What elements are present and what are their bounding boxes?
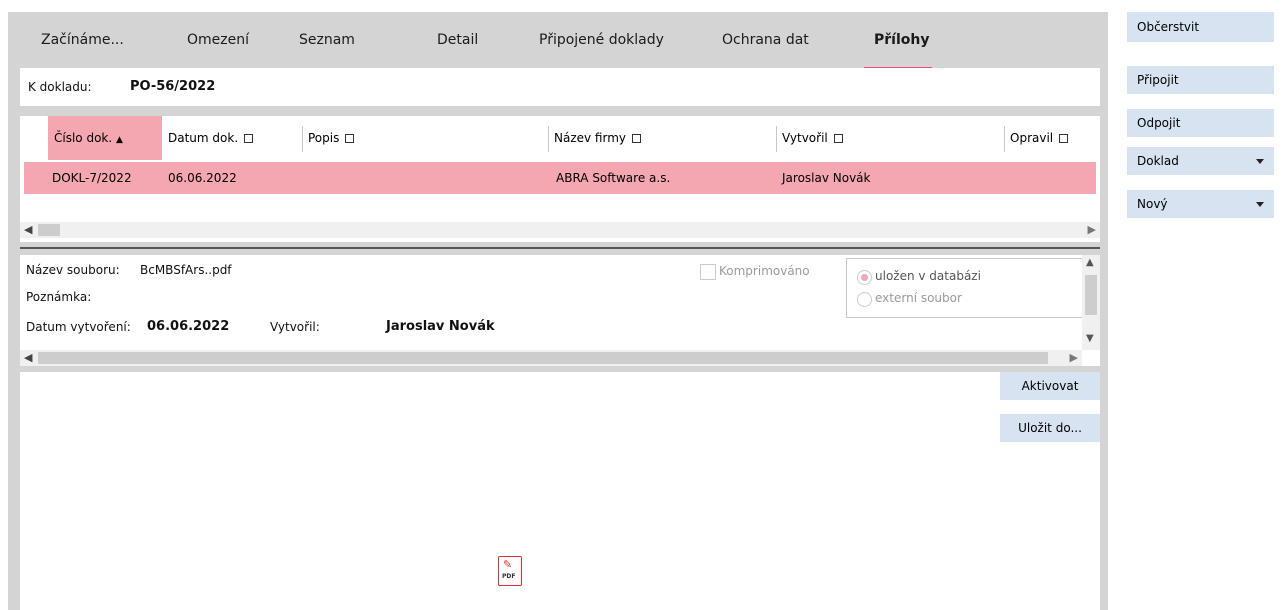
tab-ochrana-dat[interactable]: Ochrana dat — [722, 32, 809, 48]
chevron-down-icon — [1256, 202, 1264, 207]
new-dropdown-label: Nový — [1137, 197, 1168, 211]
col-header-cislo[interactable]: Číslo dok. ▲ — [48, 116, 162, 160]
refresh-button[interactable]: Občerstvit — [1127, 12, 1274, 42]
grid-horizontal-scrollbar[interactable]: ◀ ▶ — [20, 222, 1100, 238]
attachment-preview: Aktivovat Uložit do... ✎ PDF — [20, 372, 1100, 610]
col-header-popis[interactable]: Popis — [302, 116, 548, 160]
scroll-left-icon[interactable]: ◀ — [24, 351, 32, 364]
tab-bar: Začínáme... Omezení Seznam Detail Připoj… — [8, 12, 1108, 70]
compressed-label: Komprimováno — [719, 264, 810, 278]
detach-button[interactable]: Odpojit — [1127, 109, 1274, 137]
document-number: PO-56/2022 — [130, 79, 216, 94]
pane-splitter[interactable] — [20, 247, 1100, 249]
created-value: 06.06.2022 — [147, 319, 230, 334]
tab-detail[interactable]: Detail — [437, 32, 478, 48]
scroll-down-icon[interactable]: ▼ — [1086, 333, 1094, 344]
scroll-left-icon[interactable]: ◀ — [24, 223, 32, 236]
table-row[interactable]: DOKL-7/2022 06.06.2022 ABRA Software a.s… — [24, 162, 1096, 194]
radio-database[interactable] — [857, 270, 872, 285]
pdf-file-icon[interactable]: ✎ PDF — [498, 556, 522, 586]
attach-button[interactable]: Připojit — [1127, 66, 1274, 94]
attachment-detail: Název souboru: BcMBSfArs..pdf Poznámka: … — [20, 255, 1100, 366]
author-value: Jaroslav Novák — [386, 319, 495, 334]
tab-seznam[interactable]: Seznam — [299, 32, 355, 48]
detail-vertical-scrollbar[interactable]: ▲ ▼ — [1082, 255, 1100, 350]
cell-datum: 06.06.2022 — [168, 171, 237, 185]
col-header-datum[interactable]: Datum dok. — [162, 116, 302, 160]
scroll-right-icon[interactable]: ▶ — [1088, 223, 1096, 236]
attachments-grid: Číslo dok. ▲ Datum dok. Popis Název firm… — [20, 116, 1100, 242]
cell-vytvoril: Jaroslav Novák — [782, 171, 871, 185]
document-header: K dokladu: PO-56/2022 — [20, 68, 1100, 106]
cell-firma: ABRA Software a.s. — [556, 171, 671, 185]
tab-zaciname[interactable]: Začínáme... — [41, 32, 124, 48]
radio-database-label: uložen v databázi — [875, 269, 981, 283]
hscroll-thumb[interactable] — [38, 352, 1048, 364]
radio-external-label: externí soubor — [875, 291, 962, 305]
tab-omezeni[interactable]: Omezení — [187, 32, 249, 48]
scroll-right-icon[interactable]: ▶ — [1070, 351, 1078, 364]
col-header-opravil[interactable]: Opravil — [1004, 116, 1100, 160]
author-label: Vytvořil: — [270, 320, 320, 334]
filename-value: BcMBSfArs..pdf — [140, 263, 232, 277]
document-dropdown-button[interactable]: Doklad — [1127, 147, 1274, 175]
scroll-up-icon[interactable]: ▲ — [1086, 257, 1094, 268]
cell-cislo: DOKL-7/2022 — [52, 171, 132, 185]
tab-pripojene-doklady[interactable]: Připojené doklady — [539, 32, 664, 48]
storage-group: uložen v databázi externí soubor — [846, 258, 1088, 318]
document-label: K dokladu: — [28, 80, 92, 94]
activate-button[interactable]: Aktivovat — [1000, 372, 1100, 400]
col-header-nazev-firmy[interactable]: Název firmy — [548, 116, 776, 160]
note-label: Poznámka: — [26, 290, 92, 304]
tab-prilohy[interactable]: Přílohy — [874, 32, 929, 48]
document-dropdown-label: Doklad — [1137, 154, 1179, 168]
save-to-button[interactable]: Uložit do... — [1000, 414, 1100, 442]
scroll-thumb[interactable] — [38, 224, 60, 236]
chevron-down-icon — [1256, 159, 1264, 164]
filename-label: Název souboru: — [26, 263, 120, 277]
new-dropdown-button[interactable]: Nový — [1127, 190, 1274, 218]
compressed-checkbox[interactable] — [700, 264, 716, 280]
col-header-vytvoril[interactable]: Vytvořil — [776, 116, 1004, 160]
created-label: Datum vytvoření: — [26, 320, 131, 334]
detail-horizontal-scrollbar[interactable]: ◀ ▶ — [20, 350, 1082, 366]
radio-external[interactable] — [857, 292, 872, 307]
vscroll-thumb[interactable] — [1085, 275, 1097, 315]
